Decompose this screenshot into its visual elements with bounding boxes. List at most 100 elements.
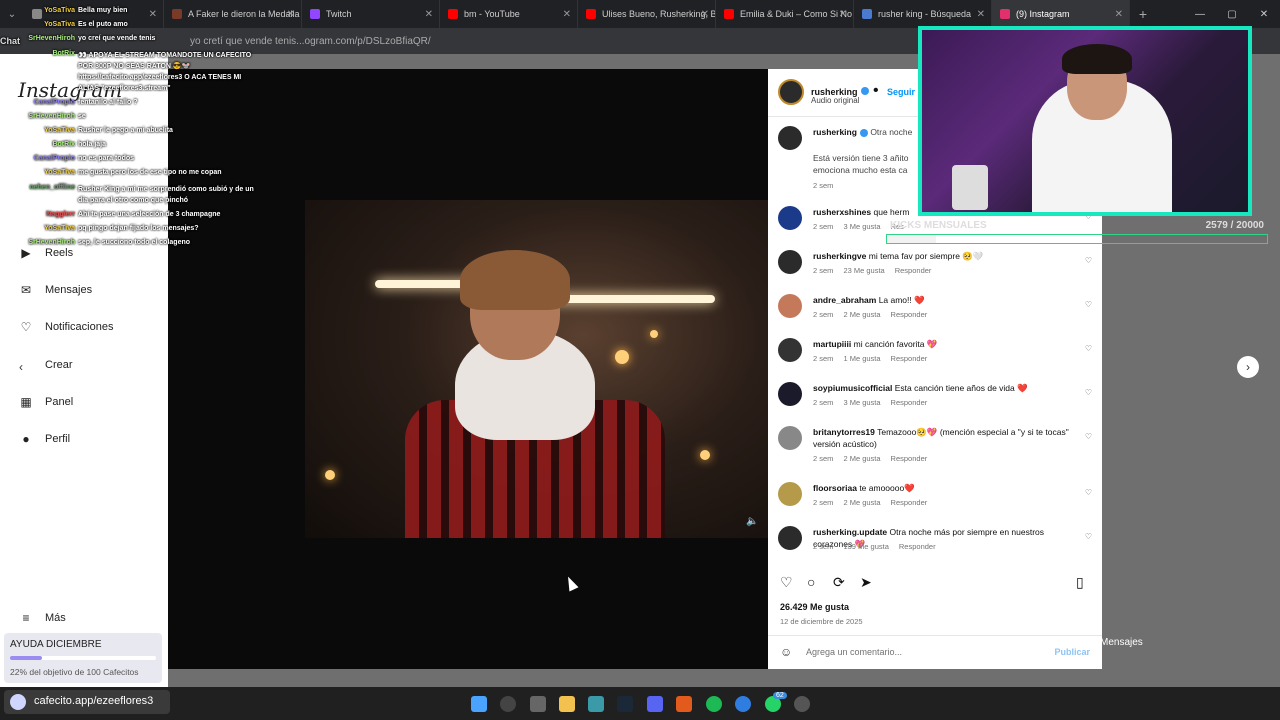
close-tab-icon[interactable]: ✕ bbox=[425, 9, 433, 20]
close-tab-icon[interactable]: ✕ bbox=[149, 9, 157, 20]
tab-7[interactable]: (9) Instagram ✕ bbox=[992, 0, 1130, 28]
commenter-avatar[interactable] bbox=[778, 294, 802, 318]
comment-likes[interactable]: 2 Me gusta bbox=[843, 498, 880, 507]
commenter-name[interactable]: andre_abraham bbox=[813, 295, 876, 305]
minimize-icon[interactable]: — bbox=[1184, 9, 1216, 20]
tab-1[interactable]: A Faker le dieron la Medalla ✕ bbox=[164, 0, 302, 28]
prev-post-button[interactable]: ‹ bbox=[10, 356, 32, 378]
search-icon[interactable] bbox=[500, 696, 516, 712]
comment-like-icon[interactable]: ♡ bbox=[1085, 388, 1092, 397]
close-tab-icon[interactable]: ✕ bbox=[701, 9, 709, 20]
next-post-button[interactable]: › bbox=[1237, 356, 1259, 378]
commenter-avatar[interactable] bbox=[778, 250, 802, 274]
commenter-avatar[interactable] bbox=[778, 526, 802, 550]
close-tab-icon[interactable]: ✕ bbox=[563, 9, 571, 20]
chat-username[interactable]: CanalPropio bbox=[0, 99, 78, 106]
background-messages-button[interactable]: Mensajes bbox=[1100, 637, 1143, 648]
caption-author[interactable]: rusherking bbox=[813, 127, 857, 137]
reel-video[interactable] bbox=[305, 200, 768, 538]
chat-username[interactable]: YoSaTiva bbox=[0, 225, 78, 232]
author-avatar[interactable] bbox=[778, 79, 804, 105]
save-icon[interactable]: ▯ bbox=[1076, 574, 1084, 591]
reply-button[interactable]: Responder bbox=[891, 454, 928, 463]
new-tab-icon[interactable]: + bbox=[1130, 6, 1156, 22]
reply-button[interactable]: Responder bbox=[891, 354, 928, 363]
reply-button[interactable]: Responder bbox=[899, 542, 936, 551]
comment-like-icon[interactable]: ♡ bbox=[1085, 344, 1092, 353]
discord-icon[interactable] bbox=[647, 696, 663, 712]
sidebar-item-reels[interactable]: ▶ Reels bbox=[18, 245, 73, 261]
commenter-name[interactable]: soypiumusicofficial bbox=[813, 383, 892, 393]
spotify-icon[interactable] bbox=[706, 696, 722, 712]
commenter-name[interactable]: britanytorres19 bbox=[813, 427, 875, 437]
chat-username[interactable]: YoSaTiva bbox=[0, 127, 78, 134]
edge-icon[interactable] bbox=[588, 696, 604, 712]
commenter-name[interactable]: martupiiii bbox=[813, 339, 851, 349]
close-tab-icon[interactable]: ✕ bbox=[287, 9, 295, 20]
chat-username[interactable]: CanalPropio bbox=[0, 155, 78, 162]
audio-label[interactable]: Audio original bbox=[811, 96, 859, 105]
tab-5[interactable]: Emilia & Duki – Como Si No ✕ bbox=[716, 0, 854, 28]
file-explorer-icon[interactable] bbox=[559, 696, 575, 712]
tab-4[interactable]: Ulises Bueno, Rusherking, Bi ✕ bbox=[578, 0, 716, 28]
steam-icon[interactable] bbox=[617, 696, 633, 712]
likes-count[interactable]: 26.429 Me gusta bbox=[780, 602, 849, 612]
app-icon[interactable] bbox=[794, 696, 810, 712]
chat-username[interactable]: BotRix bbox=[0, 50, 78, 57]
comment-like-icon[interactable]: ♡ bbox=[1085, 432, 1092, 441]
app-icon[interactable] bbox=[676, 696, 692, 712]
reply-button[interactable]: Responder bbox=[895, 266, 932, 275]
sidebar-item-profile[interactable]: ● Perfil bbox=[18, 431, 70, 447]
chat-username[interactable]: YoSaTiva bbox=[0, 21, 78, 28]
repost-icon[interactable]: ⟳ bbox=[833, 574, 845, 591]
comment-likes[interactable]: 139 Me gusta bbox=[843, 542, 888, 551]
commenter-avatar[interactable] bbox=[778, 426, 802, 450]
commenter-avatar[interactable] bbox=[778, 206, 802, 230]
chat-username[interactable]: SrHevenHiroh bbox=[0, 35, 78, 42]
comment-likes[interactable]: 3 Me gusta bbox=[843, 222, 880, 231]
comment-likes[interactable]: 1 Me gusta bbox=[843, 354, 880, 363]
comment-likes[interactable]: 2 Me gusta bbox=[843, 454, 880, 463]
follow-button[interactable]: Seguir bbox=[887, 87, 915, 97]
sidebar-item-messages[interactable]: ✉ Mensajes bbox=[18, 282, 92, 298]
task-view-icon[interactable] bbox=[530, 696, 546, 712]
share-icon[interactable]: ➤ bbox=[860, 574, 872, 591]
comment-icon[interactable]: ○ bbox=[807, 574, 815, 590]
commenter-name[interactable]: floorsoriaa bbox=[813, 483, 857, 493]
close-tab-icon[interactable]: ✕ bbox=[977, 9, 985, 20]
emoji-icon[interactable]: ☺ bbox=[780, 645, 792, 659]
start-icon[interactable] bbox=[471, 696, 487, 712]
commenter-avatar[interactable] bbox=[778, 382, 802, 406]
sidebar-item-more[interactable]: ≡ Más bbox=[18, 610, 65, 626]
commenter-avatar[interactable] bbox=[778, 482, 802, 506]
comment-like-icon[interactable]: ♡ bbox=[1085, 256, 1092, 265]
chat-username[interactable]: BotRix bbox=[0, 141, 78, 148]
maximize-icon[interactable]: ▢ bbox=[1216, 9, 1248, 20]
tab-6[interactable]: rusher king - Búsqueda ✕ bbox=[854, 0, 992, 28]
reply-button[interactable]: Responder bbox=[891, 310, 928, 319]
reply-button[interactable]: Responder bbox=[891, 398, 928, 407]
author-avatar[interactable] bbox=[778, 126, 802, 150]
comment-likes[interactable]: 23 Me gusta bbox=[843, 266, 884, 275]
comment-like-icon[interactable]: ♡ bbox=[1085, 300, 1092, 309]
commenter-avatar[interactable] bbox=[778, 338, 802, 362]
chat-username[interactable]: SrHevenHiroh bbox=[0, 113, 78, 120]
comment-like-icon[interactable]: ♡ bbox=[1085, 532, 1092, 541]
sidebar-item-notifications[interactable]: ♡ Notificaciones bbox=[18, 319, 114, 335]
mute-icon[interactable]: 🔈 bbox=[746, 516, 758, 527]
sidebar-item-panel[interactable]: ▦ Panel bbox=[18, 394, 73, 410]
commenter-name[interactable]: rusherkingve bbox=[813, 251, 866, 261]
close-tab-icon[interactable]: ✕ bbox=[1115, 9, 1123, 20]
comment-input[interactable]: Agrega un comentario... bbox=[806, 647, 902, 657]
like-icon[interactable]: ♡ bbox=[780, 574, 793, 591]
commenter-name[interactable]: rusherking.update bbox=[813, 527, 887, 537]
reply-button[interactable]: Responder bbox=[891, 498, 928, 507]
chat-username[interactable]: YoSaTiva bbox=[0, 7, 78, 14]
close-tab-icon[interactable]: ✕ bbox=[839, 9, 847, 20]
chat-username[interactable]: nehen_offline bbox=[0, 184, 78, 191]
close-window-icon[interactable]: ✕ bbox=[1248, 9, 1280, 20]
tab-2[interactable]: Twitch ✕ bbox=[302, 0, 440, 28]
publish-button[interactable]: Publicar bbox=[1054, 647, 1090, 657]
comment-likes[interactable]: 3 Me gusta bbox=[843, 398, 880, 407]
chat-username[interactable]: Nagglerr bbox=[0, 211, 78, 218]
